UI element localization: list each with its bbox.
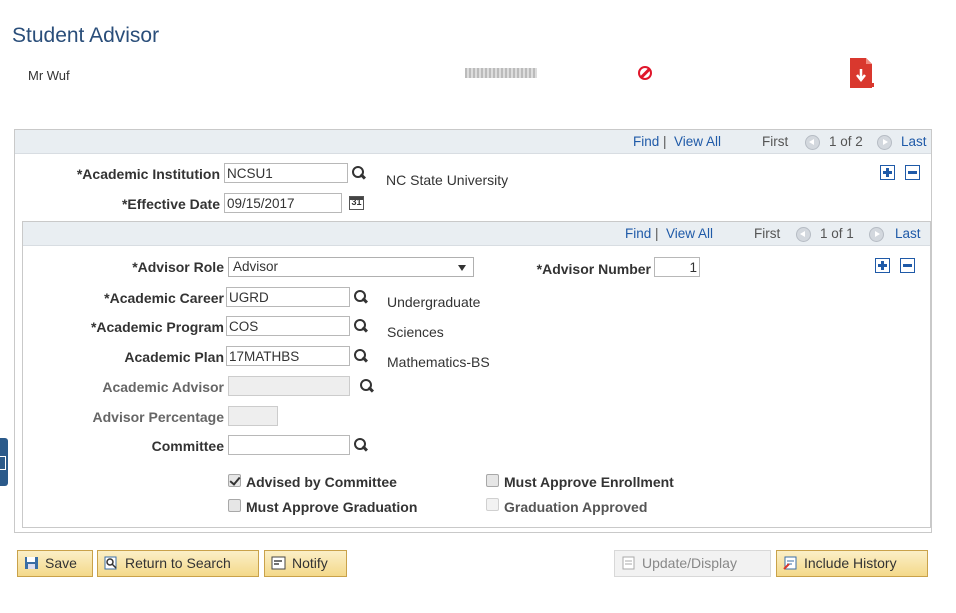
- academic-career-input[interactable]: [226, 287, 350, 307]
- inner-nav-bar: Find | View All First 1 of 1 Last: [23, 222, 930, 246]
- outer-position: 1 of 2: [829, 134, 863, 149]
- inner-nav-separator: |: [655, 226, 659, 241]
- inner-first-label: First: [754, 226, 781, 241]
- program-description: Sciences: [387, 324, 444, 340]
- effective-date-input[interactable]: [224, 193, 342, 213]
- outer-previous-arrow-icon[interactable]: [805, 135, 820, 150]
- program-lookup-icon[interactable]: [353, 318, 368, 334]
- academic-plan-label: Academic Plan: [124, 349, 224, 365]
- effective-date-label: *Effective Date: [121, 196, 220, 212]
- no-entry-icon[interactable]: [638, 66, 652, 80]
- outer-nav-separator: |: [663, 134, 667, 149]
- must-approve-enrollment-checkbox[interactable]: [486, 474, 499, 487]
- plan-description: Mathematics-BS: [387, 354, 490, 370]
- outer-nav-bar: Find | View All First 1 of 2 Last: [15, 130, 931, 154]
- inner-find-link[interactable]: Find: [625, 226, 651, 241]
- inner-previous-arrow-icon[interactable]: [796, 227, 811, 242]
- notify-icon: [271, 556, 286, 570]
- committee-label: Committee: [151, 438, 224, 454]
- inner-add-row-icon[interactable]: [875, 258, 890, 273]
- advised-by-committee-checkbox[interactable]: [228, 474, 241, 487]
- academic-plan-input[interactable]: [226, 346, 350, 366]
- inner-view-all-link[interactable]: View All: [666, 226, 713, 241]
- return-to-search-label: Return to Search: [125, 555, 231, 571]
- inner-delete-row-icon[interactable]: [900, 258, 915, 273]
- plan-lookup-icon[interactable]: [353, 348, 368, 364]
- pdf-download-icon[interactable]: [848, 57, 874, 89]
- masked-student-id: [465, 68, 537, 78]
- save-button-label: Save: [45, 555, 77, 571]
- academic-advisor-label: Academic Advisor: [102, 379, 224, 395]
- academic-program-input[interactable]: [226, 316, 350, 336]
- save-button[interactable]: Save: [17, 550, 93, 577]
- inner-position: 1 of 1: [820, 226, 854, 241]
- outer-next-arrow-icon[interactable]: [877, 135, 892, 150]
- must-approve-enrollment-label: Must Approve Enrollment: [504, 474, 674, 490]
- academic-institution-label: *Academic Institution: [76, 166, 220, 182]
- academic-career-label: *Academic Career: [104, 290, 224, 306]
- advisor-lookup-icon[interactable]: [359, 378, 374, 394]
- inner-last-link[interactable]: Last: [895, 226, 921, 241]
- update-display-label: Update/Display: [642, 555, 737, 571]
- student-name: Mr Wuf: [28, 68, 70, 83]
- update-display-icon: [622, 556, 635, 570]
- calendar-icon[interactable]: 31: [349, 196, 364, 210]
- institution-description: NC State University: [386, 172, 509, 188]
- advisor-number-input[interactable]: [654, 257, 700, 277]
- advisor-percentage-label: Advisor Percentage: [92, 409, 225, 425]
- outer-add-row-icon[interactable]: [880, 165, 895, 180]
- outer-view-all-link[interactable]: View All: [674, 134, 721, 149]
- inner-next-arrow-icon[interactable]: [869, 227, 884, 242]
- outer-first-label: First: [762, 134, 789, 149]
- career-lookup-icon[interactable]: [353, 289, 368, 305]
- include-history-icon: [783, 556, 797, 570]
- update-display-button[interactable]: Update/Display: [614, 550, 771, 577]
- outer-delete-row-icon[interactable]: [905, 165, 920, 180]
- committee-lookup-icon[interactable]: [353, 437, 368, 453]
- career-description: Undergraduate: [387, 294, 481, 310]
- academic-institution-input[interactable]: [224, 163, 348, 183]
- chevron-down-icon: [458, 265, 466, 271]
- graduation-approved-checkbox[interactable]: [486, 498, 499, 511]
- return-to-search-button[interactable]: Return to Search: [97, 550, 259, 577]
- advisor-role-label: *Advisor Role: [132, 259, 224, 275]
- must-approve-graduation-checkbox[interactable]: [228, 499, 241, 512]
- institution-lookup-icon[interactable]: [351, 165, 366, 181]
- include-history-button[interactable]: Include History: [776, 550, 928, 577]
- academic-advisor-input[interactable]: [228, 376, 350, 396]
- graduation-approved-label: Graduation Approved: [504, 499, 648, 515]
- advisor-number-label: *Advisor Number: [536, 261, 651, 277]
- include-history-label: Include History: [804, 555, 897, 571]
- outer-last-link[interactable]: Last: [901, 134, 927, 149]
- outer-find-link[interactable]: Find: [633, 134, 659, 149]
- notify-button[interactable]: Notify: [264, 550, 347, 577]
- page-title: Student Advisor: [12, 24, 160, 47]
- advisor-role-select[interactable]: Advisor: [228, 257, 474, 277]
- advisor-percentage-input[interactable]: [228, 406, 278, 426]
- return-search-icon: [104, 556, 117, 570]
- advised-by-committee-label: Advised by Committee: [246, 474, 397, 490]
- notify-label: Notify: [292, 555, 328, 571]
- must-approve-graduation-label: Must Approve Graduation: [246, 499, 418, 515]
- committee-input[interactable]: [228, 435, 350, 455]
- side-panel-tab[interactable]: [0, 438, 8, 486]
- floppy-disk-icon: [25, 557, 38, 569]
- academic-program-label: *Academic Program: [90, 319, 224, 335]
- advisor-role-value: Advisor: [233, 259, 279, 274]
